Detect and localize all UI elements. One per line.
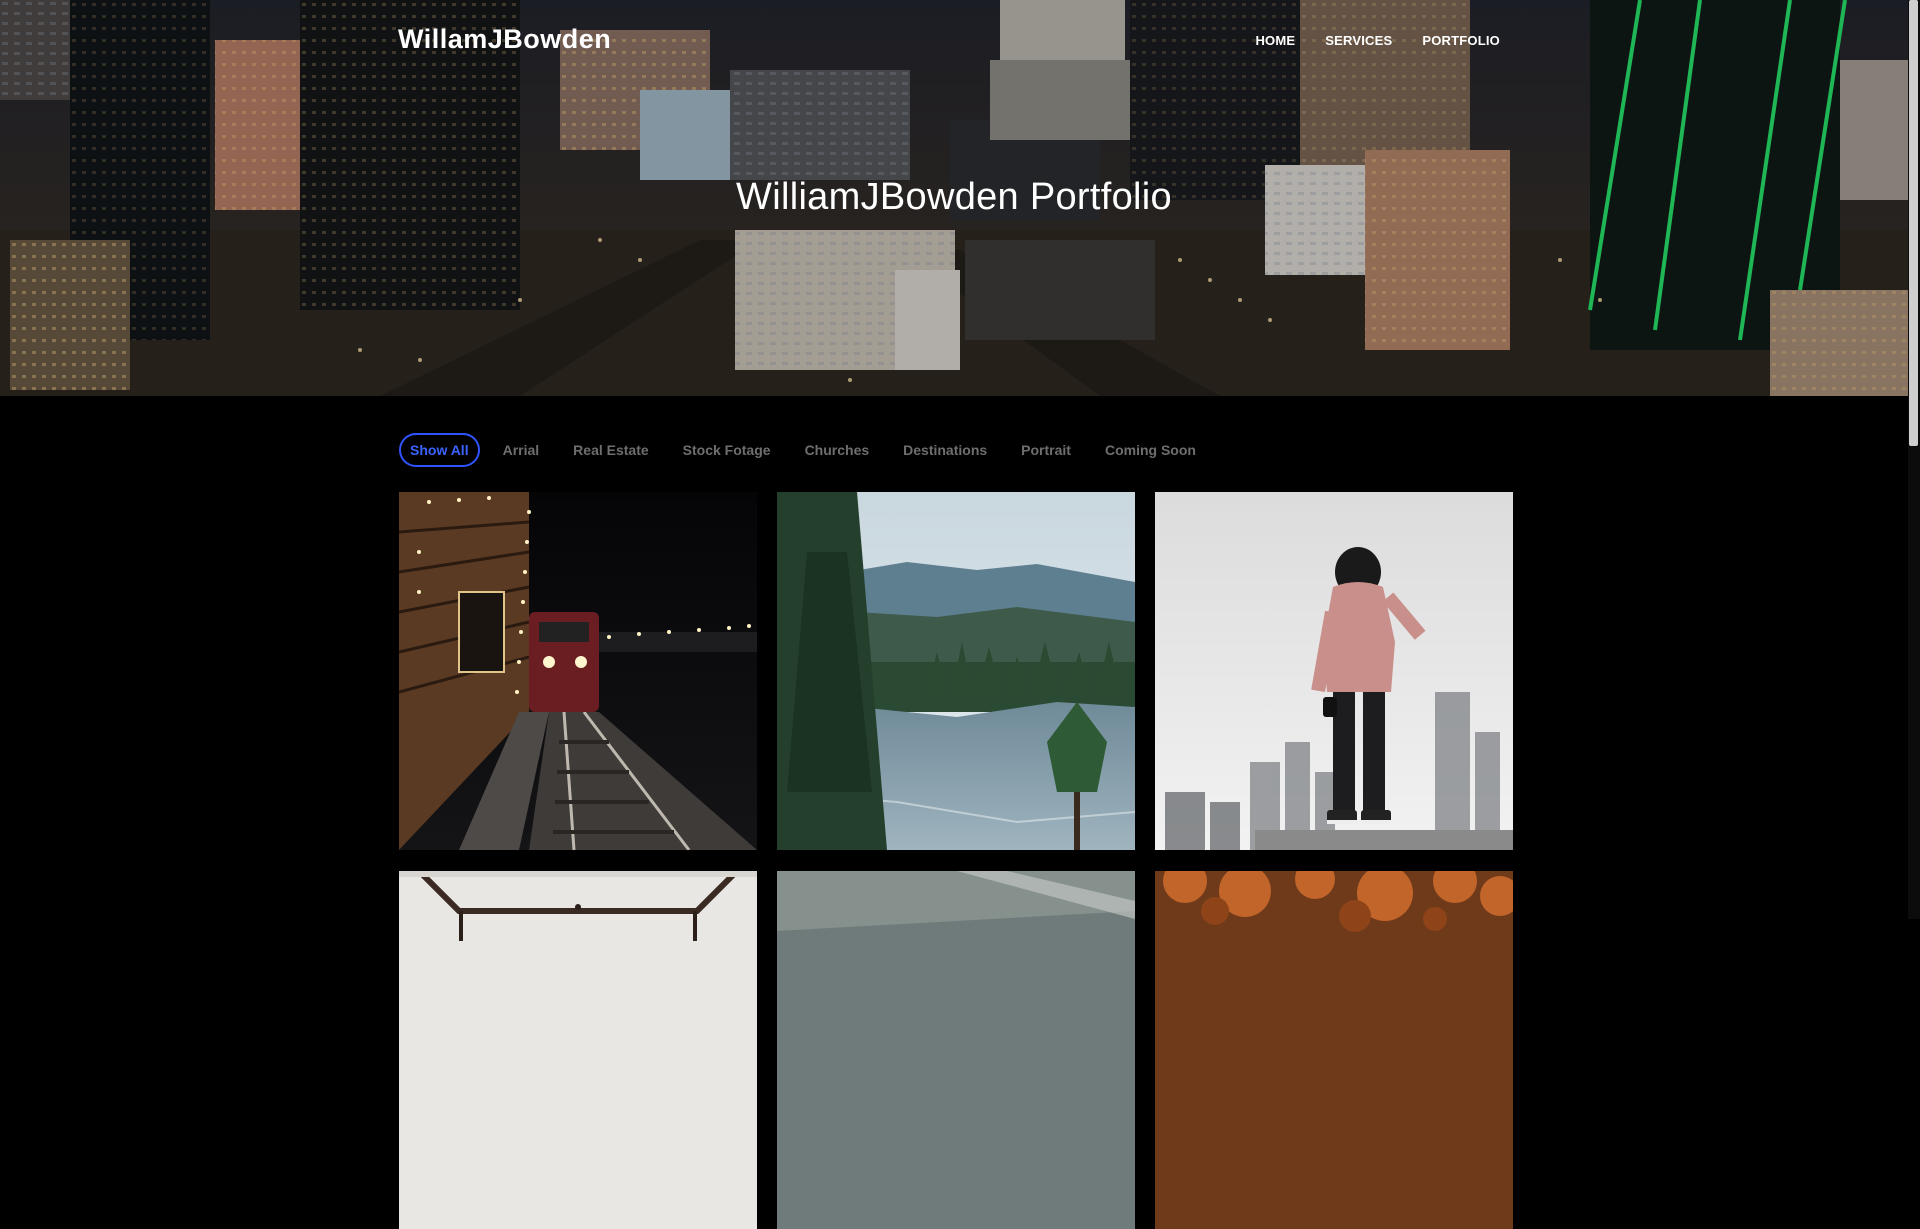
- gallery-item-hooded-person[interactable]: [1155, 492, 1513, 850]
- filter-show-all[interactable]: Show All: [399, 433, 480, 467]
- scrollbar[interactable]: [1908, 0, 1920, 919]
- river-forest-photo-icon: [777, 492, 1135, 850]
- filter-coming-soon[interactable]: Coming Soon: [1088, 433, 1213, 467]
- gallery-item-train-station[interactable]: [399, 492, 757, 850]
- filter-stock-fotage[interactable]: Stock Fotage: [666, 433, 788, 467]
- filter-arrial[interactable]: Arrial: [486, 433, 557, 467]
- highway-landscape-photo-icon: [777, 871, 1135, 1229]
- gallery-item-autumn-trees[interactable]: [1155, 871, 1513, 1229]
- portfolio-filter-bar: Show All Arrial Real Estate Stock Fotage…: [399, 433, 1213, 467]
- nav-home[interactable]: HOME: [1255, 33, 1295, 48]
- church-interior-photo-icon: [399, 871, 757, 1229]
- train-station-photo-icon: [399, 492, 757, 850]
- filter-real-estate[interactable]: Real Estate: [556, 433, 665, 467]
- autumn-trees-photo-icon: [1155, 871, 1513, 1229]
- nav-portfolio[interactable]: PORTFOLIO: [1422, 33, 1500, 48]
- gallery-item-highway-landscape[interactable]: [777, 871, 1135, 1229]
- gallery-item-river-forest[interactable]: [777, 492, 1135, 850]
- filter-churches[interactable]: Churches: [788, 433, 887, 467]
- nav-services[interactable]: SERVICES: [1325, 33, 1392, 48]
- scrollbar-thumb[interactable]: [1909, 0, 1918, 446]
- hero-banner: WillamJBowden HOME SERVICES PORTFOLIO Wi…: [0, 0, 1908, 396]
- filter-portrait[interactable]: Portrait: [1004, 433, 1088, 467]
- gallery-item-church-interior[interactable]: [399, 871, 757, 1229]
- filter-destinations[interactable]: Destinations: [886, 433, 1004, 467]
- brand-logo[interactable]: WillamJBowden: [398, 24, 611, 55]
- main-nav: HOME SERVICES PORTFOLIO: [1255, 33, 1500, 48]
- page-title: WilliamJBowden Portfolio: [736, 176, 1172, 218]
- hooded-person-city-photo-icon: [1155, 492, 1513, 850]
